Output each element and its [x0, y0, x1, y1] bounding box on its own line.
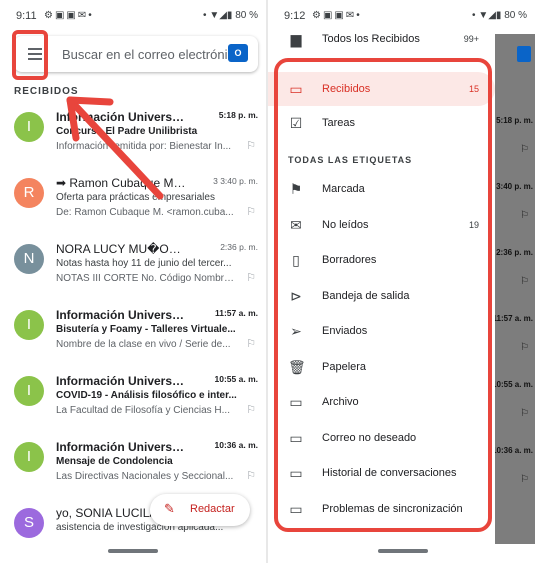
scrim-email-time: 10:36 a. m.	[492, 446, 533, 455]
scrim-email-time: 5:18 p. m.	[496, 116, 533, 125]
inbox-screen: 9:11 ⚙▣▣✉• • ▼◢▮ 80 % Buscar en el corre…	[0, 0, 266, 563]
search-bar[interactable]: Buscar en el correo electrónico O	[14, 36, 258, 72]
flag-icon: ⚐	[520, 408, 529, 419]
email-preview: De: Ramon Cubaque M. <ramon.cuba...	[56, 207, 234, 218]
email-row[interactable]: I Información Universida... 5:18 p. m. Conc…	[0, 100, 266, 166]
email-time: 3 3:40 p. m.	[213, 176, 258, 186]
email-preview: La Facultad de Filosofía y Ciencias H...	[56, 405, 230, 416]
outlook-account-icon[interactable]: O	[228, 44, 248, 62]
battery-level: 80 %	[504, 10, 527, 21]
flag-icon: ⚐	[520, 144, 529, 155]
email-row[interactable]: R ➡ Ramon Cubaque M.,... 3 3:40 p. m. Ofert…	[0, 166, 266, 232]
search-input[interactable]: Buscar en el correo electrónico	[62, 47, 241, 62]
flag-icon: ⚐	[520, 210, 529, 221]
flag-icon[interactable]: ⚐	[246, 271, 256, 284]
email-sender: NORA LUCY MU�OZ ARTU...	[56, 242, 186, 256]
status-bar: 9:11 ⚙▣▣✉• • ▼◢▮ 80 %	[0, 0, 266, 34]
scrim-email-time: 2:36 p. m.	[496, 248, 533, 257]
email-row[interactable]: I Información Universida... 11:57 a. m. Bis…	[0, 298, 266, 364]
drawer-item-count: 99+	[463, 34, 479, 44]
flag-icon[interactable]: ⚐	[246, 139, 256, 152]
drawer-item-label: Todos los Recibidos	[322, 33, 420, 45]
email-sender: Información Universida...	[56, 308, 186, 322]
avatar[interactable]: I	[14, 376, 44, 406]
flag-icon: ⚐	[520, 276, 529, 287]
email-subject: COVID-19 - Análisis filosófico e inter..…	[56, 390, 237, 401]
system-icons: • ▼◢▮ 80 %	[472, 10, 527, 21]
outlook-account-icon	[517, 46, 531, 62]
email-row[interactable]: I Información Universida... 10:36 a. m. Men…	[0, 430, 266, 496]
avatar[interactable]: I	[14, 310, 44, 340]
drawer-item-all-inbox[interactable]: ▆ Todos los Recibidos 99+	[268, 22, 495, 56]
notification-icons: ⚙▣▣✉•	[312, 10, 362, 21]
pencil-icon: ✎	[164, 501, 175, 516]
avatar[interactable]: S	[14, 508, 44, 538]
flag-icon[interactable]: ⚐	[246, 205, 256, 218]
battery-level: 80 %	[235, 10, 258, 21]
avatar[interactable]: N	[14, 244, 44, 274]
avatar[interactable]: R	[14, 178, 44, 208]
email-time: 11:57 a. m.	[214, 308, 258, 318]
email-preview: Nombre de la clase en vivo / Serie de...	[56, 339, 231, 350]
scrim-overlay[interactable]: 5:18 p. m. ⚐ 3:40 p. m. ⚐ 2:36 p. m. ⚐ 11:57 a…	[492, 34, 535, 544]
nav-handle[interactable]	[108, 549, 158, 553]
annotation-box	[274, 58, 492, 532]
all-inbox-icon: ▆	[290, 31, 302, 47]
email-time: 10:36 a. m.	[214, 440, 258, 450]
drawer-screen: 9:12 ⚙▣▣✉• • ▼◢▮ 80 % 5:18 p. m. ⚐ 3:40 p.…	[268, 0, 535, 563]
scrim-email-time: 10:55 a. m.	[492, 380, 533, 389]
system-icons: • ▼◢▮ 80 %	[203, 10, 258, 21]
avatar[interactable]: I	[14, 112, 44, 142]
email-time: 10:55 a. m.	[214, 374, 258, 384]
email-list: I Información Universida... 5:18 p. m. Conc…	[0, 100, 266, 562]
flag-icon: ⚐	[520, 474, 529, 485]
flag-icon[interactable]: ⚐	[246, 469, 256, 482]
avatar[interactable]: I	[14, 442, 44, 472]
compose-label: Redactar	[190, 503, 235, 515]
email-sender: ➡ Ramon Cubaque M.,...	[56, 176, 186, 190]
email-sender: Información Universida...	[56, 374, 186, 388]
email-row[interactable]: I Información Universida... 10:55 a. m. COV…	[0, 364, 266, 430]
email-subject: Oferta para prácticas empresariales	[56, 192, 215, 203]
scrim-email-time: 3:40 p. m.	[496, 182, 533, 191]
email-time: 2:36 p. m.	[220, 242, 258, 252]
compose-button[interactable]: ✎ Redactar	[150, 494, 250, 526]
status-time: 9:12	[284, 10, 306, 22]
notification-icons: ⚙▣▣✉•	[44, 10, 94, 21]
flag-icon: ⚐	[520, 342, 529, 353]
email-sender: Información Universida...	[56, 110, 186, 124]
email-subject: Concurso El Padre Unilibrista	[56, 126, 198, 137]
section-label: RECIBIDOS	[14, 86, 79, 97]
email-subject: Bisutería y Foamy - Talleres Virtuale...	[56, 324, 236, 335]
email-sender: Información Universida...	[56, 440, 186, 454]
email-row[interactable]: N NORA LUCY MU�OZ ARTU... 2:36 p. m. Notas …	[0, 232, 266, 298]
annotation-box	[12, 30, 48, 80]
scrim-email-time: 11:57 a. m.	[492, 314, 533, 323]
email-time: 5:18 p. m.	[218, 110, 258, 120]
email-subject: Notas hasta hoy 11 de junio del tercer..…	[56, 258, 232, 269]
email-preview: Información remitida por: Bienestar In..…	[56, 141, 232, 152]
flag-icon[interactable]: ⚐	[246, 337, 256, 350]
email-subject: Mensaje de Condolencia	[56, 456, 173, 467]
status-time: 9:11	[16, 10, 37, 22]
email-preview: NOTAS III CORTE No. Código Nombre...	[56, 273, 236, 284]
email-preview: Las Directivas Nacionales y Seccional...	[56, 471, 234, 482]
nav-handle[interactable]	[378, 549, 428, 553]
flag-icon[interactable]: ⚐	[246, 403, 256, 416]
